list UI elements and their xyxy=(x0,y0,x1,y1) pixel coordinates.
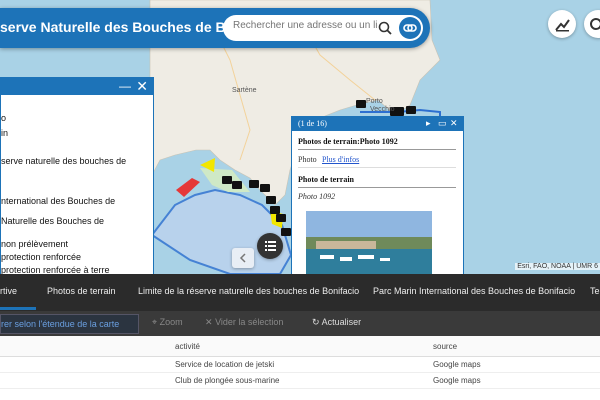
layer-item[interactable]: non prélèvement xyxy=(1,239,68,249)
layers-panel: — ✕ o in serve naturelle des bouches de … xyxy=(0,77,154,276)
zoom-label: Zoom xyxy=(159,317,183,327)
feature-popup: (1 de 16) ▸ ▭ ✕ Photos de terrain:Photo … xyxy=(291,116,464,278)
list-icon xyxy=(265,241,276,251)
close-icon[interactable]: ✕ xyxy=(136,79,148,93)
cell-source: Google maps xyxy=(433,360,481,369)
minimize-icon[interactable]: — xyxy=(119,80,131,92)
photo-thumbnail xyxy=(306,211,432,277)
photo-marker[interactable] xyxy=(270,206,280,214)
active-tab-indicator xyxy=(0,307,36,310)
chart-icon xyxy=(555,19,570,32)
photo-marker[interactable] xyxy=(276,214,286,222)
divider xyxy=(298,149,456,150)
field-photo[interactable] xyxy=(306,211,432,277)
clear-selection-button[interactable]: ✕ Vider la sélection xyxy=(205,317,283,328)
place-label: Porto xyxy=(366,98,383,105)
refresh-button[interactable]: ↻ Actualiser xyxy=(312,317,361,328)
photo-marker[interactable] xyxy=(249,180,259,188)
cell-source: Google maps xyxy=(433,376,481,385)
divider xyxy=(298,167,456,168)
tab-photos[interactable]: Photos de terrain xyxy=(47,286,116,296)
refresh-icon: ↻ xyxy=(312,317,320,327)
list-button[interactable] xyxy=(257,233,283,259)
popup-count: (1 de 16) xyxy=(298,119,327,128)
zoom-button[interactable]: ⌖ Zoom xyxy=(152,317,183,328)
layer-item[interactable]: in xyxy=(1,128,8,138)
cell-activite: Club de plongée sous-marine xyxy=(175,376,280,385)
column-header[interactable]: activité xyxy=(175,342,200,351)
filter-by-extent-button[interactable]: rer selon l'étendue de la carte xyxy=(0,314,139,334)
app-header: serve Naturelle des Bouches de Bonifacio xyxy=(0,8,430,48)
place-label: Sartène xyxy=(232,87,257,94)
place-label: Vecchio xyxy=(370,106,395,113)
popup-header: (1 de 16) ▸ ▭ ✕ xyxy=(292,117,463,131)
tab-reserve-limit[interactable]: Limite de la réserve naturelle des bouch… xyxy=(138,286,359,296)
grid-header: activité source xyxy=(0,336,600,357)
search-box xyxy=(223,15,423,41)
tab-terrain[interactable]: Terr xyxy=(590,286,600,296)
search-button[interactable] xyxy=(374,17,396,39)
clear-icon: ✕ xyxy=(205,317,213,327)
data-grid: activité source Service de location de j… xyxy=(0,336,600,389)
refresh-label: Actualiser xyxy=(321,317,362,327)
maximize-icon[interactable]: ▭ xyxy=(438,118,447,129)
more-info-link[interactable]: Plus d'infos xyxy=(322,155,359,164)
chevron-left-icon xyxy=(239,253,246,263)
table-row[interactable]: Service de location de jetski Google map… xyxy=(0,357,600,373)
photo-marker[interactable] xyxy=(232,181,242,189)
layer-item[interactable]: protection renforcée xyxy=(1,252,81,262)
table-toolbar: rer selon l'étendue de la carte ⌖ Zoom ✕… xyxy=(0,311,600,336)
photo-marker[interactable] xyxy=(266,196,276,204)
tab-marine-park[interactable]: Parc Marin International des Bouches de … xyxy=(373,286,575,296)
layer-item[interactable]: serve naturelle des bouches de xyxy=(1,156,126,166)
cell-activite: Service de location de jetski xyxy=(175,360,275,369)
tab-active[interactable]: rtive xyxy=(0,286,17,296)
close-icon[interactable]: ✕ xyxy=(450,118,458,129)
photo-marker[interactable] xyxy=(260,184,270,192)
photo-caption: Photo 1092 xyxy=(298,192,336,201)
layer-item[interactable]: Naturelle des Bouches de xyxy=(1,216,104,226)
photo-marker[interactable] xyxy=(222,176,232,184)
link-icon xyxy=(403,24,417,32)
attribute-table: rtive Photos de terrain Limite de la rés… xyxy=(0,274,600,400)
photo-marker[interactable] xyxy=(406,106,416,114)
divider xyxy=(298,187,456,188)
settings-button[interactable] xyxy=(584,10,600,38)
table-row[interactable]: Club de plongée sous-marine Google maps xyxy=(0,373,600,389)
search-icon xyxy=(378,21,392,35)
photo-field-label: Photo xyxy=(298,155,317,164)
popup-section-title: Photo de terrain xyxy=(298,175,354,184)
layers-panel-header: — ✕ xyxy=(1,78,153,95)
column-header[interactable]: source xyxy=(433,342,457,351)
popup-section-title: Photos de terrain:Photo 1092 xyxy=(298,137,398,146)
layer-item[interactable]: nternational des Bouches de xyxy=(1,196,115,206)
photo-marker[interactable] xyxy=(356,100,366,108)
clear-selection-label: Vider la sélection xyxy=(215,317,284,327)
nav-left-button[interactable] xyxy=(232,248,254,268)
layer-item[interactable]: o xyxy=(1,113,6,123)
search-input[interactable] xyxy=(233,20,378,31)
map-attribution: Esri, FAO, NOAA | UMR 6 xyxy=(515,263,600,270)
link-button[interactable] xyxy=(399,17,421,39)
chart-button[interactable] xyxy=(548,10,576,38)
table-tabs: rtive Photos de terrain Limite de la rés… xyxy=(0,274,600,311)
next-icon[interactable]: ▸ xyxy=(426,118,431,129)
gear-icon xyxy=(590,18,600,30)
pin-icon: ⌖ xyxy=(152,317,158,327)
